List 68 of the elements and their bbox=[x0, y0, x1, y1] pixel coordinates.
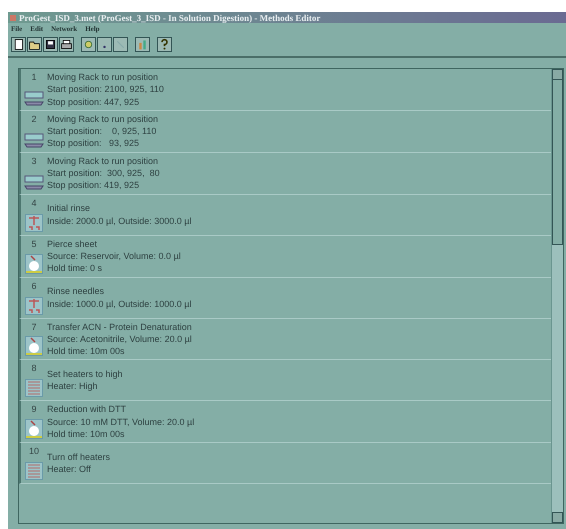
step-text: Heater: High bbox=[47, 380, 99, 393]
step-text: Moving Rack to run position bbox=[47, 112, 160, 126]
step-text: Inside: 2000.0 µl, Outside: 3000.0 µl bbox=[47, 214, 192, 227]
rack-icon bbox=[24, 90, 44, 107]
app-icon bbox=[10, 14, 16, 20]
step-text: Set heaters to high bbox=[47, 368, 124, 380]
step-text: Stop position: 447, 925 bbox=[47, 96, 140, 108]
method-step[interactable]: 6 Rinse needles Inside: 1000.0 µl, Outside: 1000.0 µl bbox=[19, 278, 551, 319]
save-icon[interactable] bbox=[43, 37, 58, 52]
step-text: Transfer ACN - Protein Denaturation bbox=[47, 320, 193, 333]
method-step[interactable]: 9 Reduction with DTT Source: 10 mM DTT, Volume: 20.0 µl Hold time: 10m 00s bbox=[19, 401, 551, 444]
step-text: Hold time: 10m 00s bbox=[47, 345, 126, 358]
step-text: Start position: 0, 925, 110 bbox=[47, 125, 158, 138]
step-text: Start position: 2100, 925, 110 bbox=[47, 83, 165, 96]
step-number: 8 bbox=[31, 363, 36, 374]
dimmed-icon[interactable] bbox=[113, 37, 128, 52]
step-text: Pierce sheet bbox=[47, 238, 98, 250]
step-number: 4 bbox=[31, 198, 36, 208]
step-text: Rinse needles bbox=[47, 285, 106, 298]
method-step[interactable]: 2 Moving Rack to run position Start position: 0, 925, 110 Stop position: 93, 925 bbox=[19, 110, 551, 153]
step-text: Inside: 1000.0 µl, Outside: 1000.0 µl bbox=[47, 298, 192, 310]
method-step[interactable]: 8 Set heaters to high Heater: High bbox=[19, 360, 551, 402]
method-step[interactable]: 1 Moving Rack to run position Start position: 2100, 925, 110 Stop position: 447, 925 bbox=[19, 69, 551, 111]
open-folder-icon[interactable] bbox=[27, 37, 42, 52]
method-step[interactable]: 7 Transfer ACN - Protein Denaturation Source: Acetonitrile, Volume: 20.0 µl Hold time: 10m 00s bbox=[19, 318, 551, 360]
rack-icon bbox=[24, 132, 44, 149]
step-number: 6 bbox=[31, 280, 36, 291]
step-number: 10 bbox=[28, 446, 39, 456]
method-step[interactable]: 10 Turn off heaters Heater: Off bbox=[19, 443, 551, 484]
rack-icon bbox=[24, 174, 44, 191]
step-text: Hold time: 0 s bbox=[47, 262, 104, 275]
step-number: 9 bbox=[31, 404, 36, 414]
method-step[interactable]: 3 Moving Rack to run position Start position: 300, 925, 80 Stop position: 419, 925 bbox=[19, 152, 551, 195]
method-step[interactable]: 5 Pierce sheet Source: Reservoir, Volume: 0.0 µl Hold time: 0 s bbox=[19, 236, 551, 278]
heater-icon bbox=[25, 379, 43, 398]
step-text: Turn off heaters bbox=[47, 451, 112, 464]
step-number: 3 bbox=[31, 156, 36, 166]
dispense-icon bbox=[25, 419, 43, 440]
dispense-icon bbox=[25, 254, 43, 274]
step-text: Moving Rack to run position bbox=[47, 71, 160, 84]
step-text: Source: Acetonitrile, Volume: 20.0 µl bbox=[47, 332, 193, 346]
gear-icon[interactable] bbox=[81, 37, 96, 52]
heater-icon bbox=[25, 462, 43, 480]
rinse-icon bbox=[25, 296, 43, 315]
step-text: Reduction with DTT bbox=[47, 403, 128, 416]
window-title: ProGest_ISD_3.met (ProGest_3_ISD - In Solution Digestion) - Methods Editor bbox=[19, 12, 320, 22]
step-number: 7 bbox=[31, 322, 36, 332]
step-text: Moving Rack to run position bbox=[47, 154, 160, 168]
scroll-down-button[interactable] bbox=[552, 512, 563, 523]
step-text: Hold time: 10m 00s bbox=[47, 428, 126, 440]
step-number: 2 bbox=[31, 114, 36, 124]
print-icon[interactable] bbox=[59, 37, 74, 52]
help-icon[interactable] bbox=[157, 37, 172, 52]
rinse-icon bbox=[25, 214, 43, 232]
step-text: Stop position: 419, 925 bbox=[47, 179, 140, 192]
new-file-icon[interactable] bbox=[11, 37, 26, 52]
scroll-up-button[interactable] bbox=[552, 69, 563, 80]
step-text: Source: 10 mM DTT, Volume: 20.0 µl bbox=[47, 416, 196, 428]
step-number: 5 bbox=[31, 238, 36, 249]
step-number: 1 bbox=[31, 72, 36, 82]
step-text: Source: Reservoir, Volume: 0.0 µl bbox=[47, 250, 182, 262]
method-step[interactable]: 4 Initial rinse Inside: 2000.0 µl, Outside: 3000.0 µl bbox=[19, 194, 551, 236]
step-text: Initial rinse bbox=[47, 202, 92, 215]
step-text: Start position: 300, 925, 80 bbox=[47, 167, 161, 180]
step-text: Stop position: 93, 925 bbox=[47, 137, 140, 150]
bar-chart-icon[interactable] bbox=[135, 37, 150, 52]
dispense-icon bbox=[25, 336, 43, 356]
step-text: Heater: Off bbox=[47, 463, 92, 476]
